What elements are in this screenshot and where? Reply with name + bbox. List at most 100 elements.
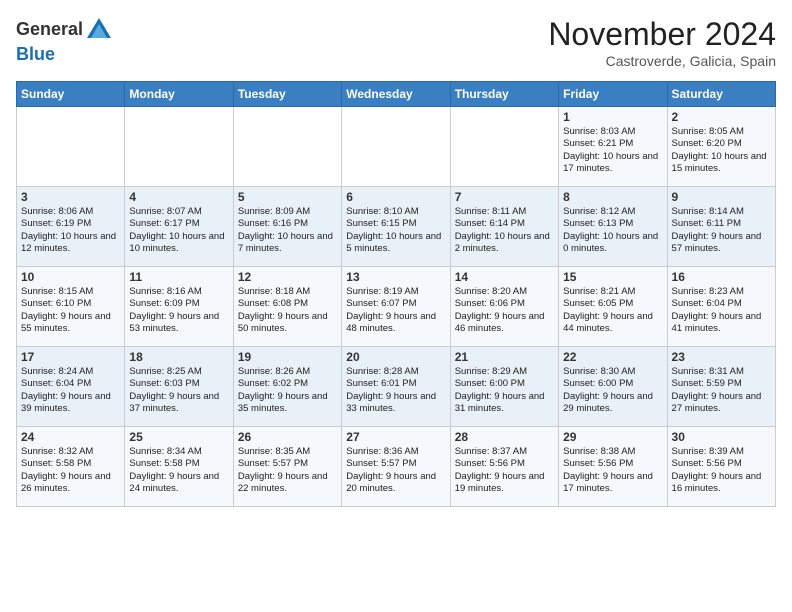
calendar-cell: 30Sunrise: 8:39 AM Sunset: 5:56 PM Dayli…	[667, 427, 775, 507]
week-row-1: 1Sunrise: 8:03 AM Sunset: 6:21 PM Daylig…	[17, 107, 776, 187]
calendar-cell: 5 Sunrise: 8:09 AM Sunset: 6:16 PM Daylig…	[233, 187, 341, 267]
day-number: 3	[21, 190, 120, 204]
calendar-cell: 13 Sunrise: 8:19 AM Sunset: 6:07 PM Dayli…	[342, 267, 450, 347]
day-number: 13	[346, 270, 445, 284]
month-title: November 2024	[548, 16, 776, 53]
day-number: 23	[672, 350, 771, 364]
column-header-thursday: Thursday	[450, 82, 558, 107]
calendar-cell: 29 Sunrise: 8:38 AM Sunset: 5:56 PM Dayli…	[559, 427, 667, 507]
day-info: Sunrise: 8:36 AM Sunset: 5:57 PM Dayligh…	[346, 446, 445, 495]
day-info: Sunrise: 8:34 AM Sunset: 5:58 PM Dayligh…	[129, 446, 228, 495]
location: Castroverde, Galicia, Spain	[548, 53, 776, 69]
day-number: 29	[563, 430, 662, 444]
day-number: 19	[238, 350, 337, 364]
calendar-cell: 25 Sunrise: 8:34 AM Sunset: 5:58 PM Dayli…	[125, 427, 233, 507]
day-number: 25	[129, 430, 228, 444]
calendar-cell: 14 Sunrise: 8:20 AM Sunset: 6:06 PM Dayli…	[450, 267, 558, 347]
day-number: 10	[21, 270, 120, 284]
day-info: Sunrise: 8:09 AM Sunset: 6:16 PM Dayligh…	[238, 206, 337, 255]
day-info: Sunrise: 8:23 AM Sunset: 6:04 PM Dayligh…	[672, 286, 771, 335]
day-info: Sunrise: 8:21 AM Sunset: 6:05 PM Dayligh…	[563, 286, 662, 335]
day-info: Sunrise: 8:31 AM Sunset: 5:59 PM Dayligh…	[672, 366, 771, 415]
calendar-cell: 23 Sunrise: 8:31 AM Sunset: 5:59 PM Dayli…	[667, 347, 775, 427]
calendar-cell: 22Sunrise: 8:30 AM Sunset: 6:00 PM Dayli…	[559, 347, 667, 427]
day-number: 15	[563, 270, 662, 284]
calendar-cell: 8Sunrise: 8:12 AM Sunset: 6:13 PM Daylig…	[559, 187, 667, 267]
day-number: 4	[129, 190, 228, 204]
calendar-cell: 2 Sunrise: 8:05 AM Sunset: 6:20 PM Daylig…	[667, 107, 775, 187]
calendar-cell: 6Sunrise: 8:10 AM Sunset: 6:15 PM Daylig…	[342, 187, 450, 267]
day-number: 30	[672, 430, 771, 444]
day-info: Sunrise: 8:20 AM Sunset: 6:06 PM Dayligh…	[455, 286, 554, 335]
day-number: 17	[21, 350, 120, 364]
calendar-cell: 11 Sunrise: 8:16 AM Sunset: 6:09 PM Dayli…	[125, 267, 233, 347]
day-number: 11	[129, 270, 228, 284]
calendar-table: SundayMondayTuesdayWednesdayThursdayFrid…	[16, 81, 776, 507]
day-number: 7	[455, 190, 554, 204]
day-info: Sunrise: 8:10 AM Sunset: 6:15 PM Dayligh…	[346, 206, 445, 255]
column-header-tuesday: Tuesday	[233, 82, 341, 107]
day-info: Sunrise: 8:38 AM Sunset: 5:56 PM Dayligh…	[563, 446, 662, 495]
day-info: Sunrise: 8:25 AM Sunset: 6:03 PM Dayligh…	[129, 366, 228, 415]
day-info: Sunrise: 8:11 AM Sunset: 6:14 PM Dayligh…	[455, 206, 554, 255]
day-number: 18	[129, 350, 228, 364]
calendar-cell	[342, 107, 450, 187]
day-info: Sunrise: 8:07 AM Sunset: 6:17 PM Dayligh…	[129, 206, 228, 255]
calendar-cell	[450, 107, 558, 187]
day-number: 2	[672, 110, 771, 124]
day-info: Sunrise: 8:29 AM Sunset: 6:00 PM Dayligh…	[455, 366, 554, 415]
column-header-saturday: Saturday	[667, 82, 775, 107]
calendar-cell: 12Sunrise: 8:18 AM Sunset: 6:08 PM Dayli…	[233, 267, 341, 347]
calendar-cell: 20 Sunrise: 8:28 AM Sunset: 6:01 PM Dayli…	[342, 347, 450, 427]
day-info: Sunrise: 8:30 AM Sunset: 6:00 PM Dayligh…	[563, 366, 662, 415]
day-number: 12	[238, 270, 337, 284]
calendar-cell: 17Sunrise: 8:24 AM Sunset: 6:04 PM Dayli…	[17, 347, 125, 427]
day-number: 20	[346, 350, 445, 364]
logo-general: General	[16, 19, 83, 39]
calendar-cell: 19 Sunrise: 8:26 AM Sunset: 6:02 PM Dayli…	[233, 347, 341, 427]
day-info: Sunrise: 8:28 AM Sunset: 6:01 PM Dayligh…	[346, 366, 445, 415]
day-info: Sunrise: 8:26 AM Sunset: 6:02 PM Dayligh…	[238, 366, 337, 415]
calendar-header-row: SundayMondayTuesdayWednesdayThursdayFrid…	[17, 82, 776, 107]
calendar-cell: 15 Sunrise: 8:21 AM Sunset: 6:05 PM Dayli…	[559, 267, 667, 347]
day-info: Sunrise: 8:05 AM Sunset: 6:20 PM Dayligh…	[672, 126, 771, 175]
calendar-cell: 24Sunrise: 8:32 AM Sunset: 5:58 PM Dayli…	[17, 427, 125, 507]
calendar-cell: 16 Sunrise: 8:23 AM Sunset: 6:04 PM Dayli…	[667, 267, 775, 347]
calendar-cell: 28 Sunrise: 8:37 AM Sunset: 5:56 PM Dayli…	[450, 427, 558, 507]
day-info: Sunrise: 8:16 AM Sunset: 6:09 PM Dayligh…	[129, 286, 228, 335]
week-row-3: 10 Sunrise: 8:15 AM Sunset: 6:10 PM Dayli…	[17, 267, 776, 347]
calendar-cell: 27Sunrise: 8:36 AM Sunset: 5:57 PM Dayli…	[342, 427, 450, 507]
calendar-cell: 7 Sunrise: 8:11 AM Sunset: 6:14 PM Daylig…	[450, 187, 558, 267]
calendar-cell: 4 Sunrise: 8:07 AM Sunset: 6:17 PM Daylig…	[125, 187, 233, 267]
calendar-cell	[17, 107, 125, 187]
day-info: Sunrise: 8:03 AM Sunset: 6:21 PM Dayligh…	[563, 126, 662, 175]
calendar-cell: 10 Sunrise: 8:15 AM Sunset: 6:10 PM Dayli…	[17, 267, 125, 347]
week-row-2: 3 Sunrise: 8:06 AM Sunset: 6:19 PM Daylig…	[17, 187, 776, 267]
day-info: Sunrise: 8:15 AM Sunset: 6:10 PM Dayligh…	[21, 286, 120, 335]
calendar-cell: 26Sunrise: 8:35 AM Sunset: 5:57 PM Dayli…	[233, 427, 341, 507]
page-header: General Blue November 2024 Castroverde, …	[16, 16, 776, 69]
day-number: 28	[455, 430, 554, 444]
day-number: 5	[238, 190, 337, 204]
day-number: 16	[672, 270, 771, 284]
day-info: Sunrise: 8:06 AM Sunset: 6:19 PM Dayligh…	[21, 206, 120, 255]
logo-blue: Blue	[16, 44, 55, 64]
day-info: Sunrise: 8:14 AM Sunset: 6:11 PM Dayligh…	[672, 206, 771, 255]
calendar-cell	[233, 107, 341, 187]
logo: General Blue	[16, 16, 113, 66]
calendar-cell: 18 Sunrise: 8:25 AM Sunset: 6:03 PM Dayli…	[125, 347, 233, 427]
week-row-5: 24Sunrise: 8:32 AM Sunset: 5:58 PM Dayli…	[17, 427, 776, 507]
day-info: Sunrise: 8:19 AM Sunset: 6:07 PM Dayligh…	[346, 286, 445, 335]
calendar-cell: 9Sunrise: 8:14 AM Sunset: 6:11 PM Daylig…	[667, 187, 775, 267]
day-info: Sunrise: 8:37 AM Sunset: 5:56 PM Dayligh…	[455, 446, 554, 495]
calendar-cell: 21 Sunrise: 8:29 AM Sunset: 6:00 PM Dayli…	[450, 347, 558, 427]
day-number: 14	[455, 270, 554, 284]
logo-text: General Blue	[16, 16, 113, 66]
column-header-sunday: Sunday	[17, 82, 125, 107]
calendar-cell: 1Sunrise: 8:03 AM Sunset: 6:21 PM Daylig…	[559, 107, 667, 187]
title-block: November 2024 Castroverde, Galicia, Spai…	[548, 16, 776, 69]
day-number: 21	[455, 350, 554, 364]
day-number: 8	[563, 190, 662, 204]
column-header-monday: Monday	[125, 82, 233, 107]
column-header-friday: Friday	[559, 82, 667, 107]
